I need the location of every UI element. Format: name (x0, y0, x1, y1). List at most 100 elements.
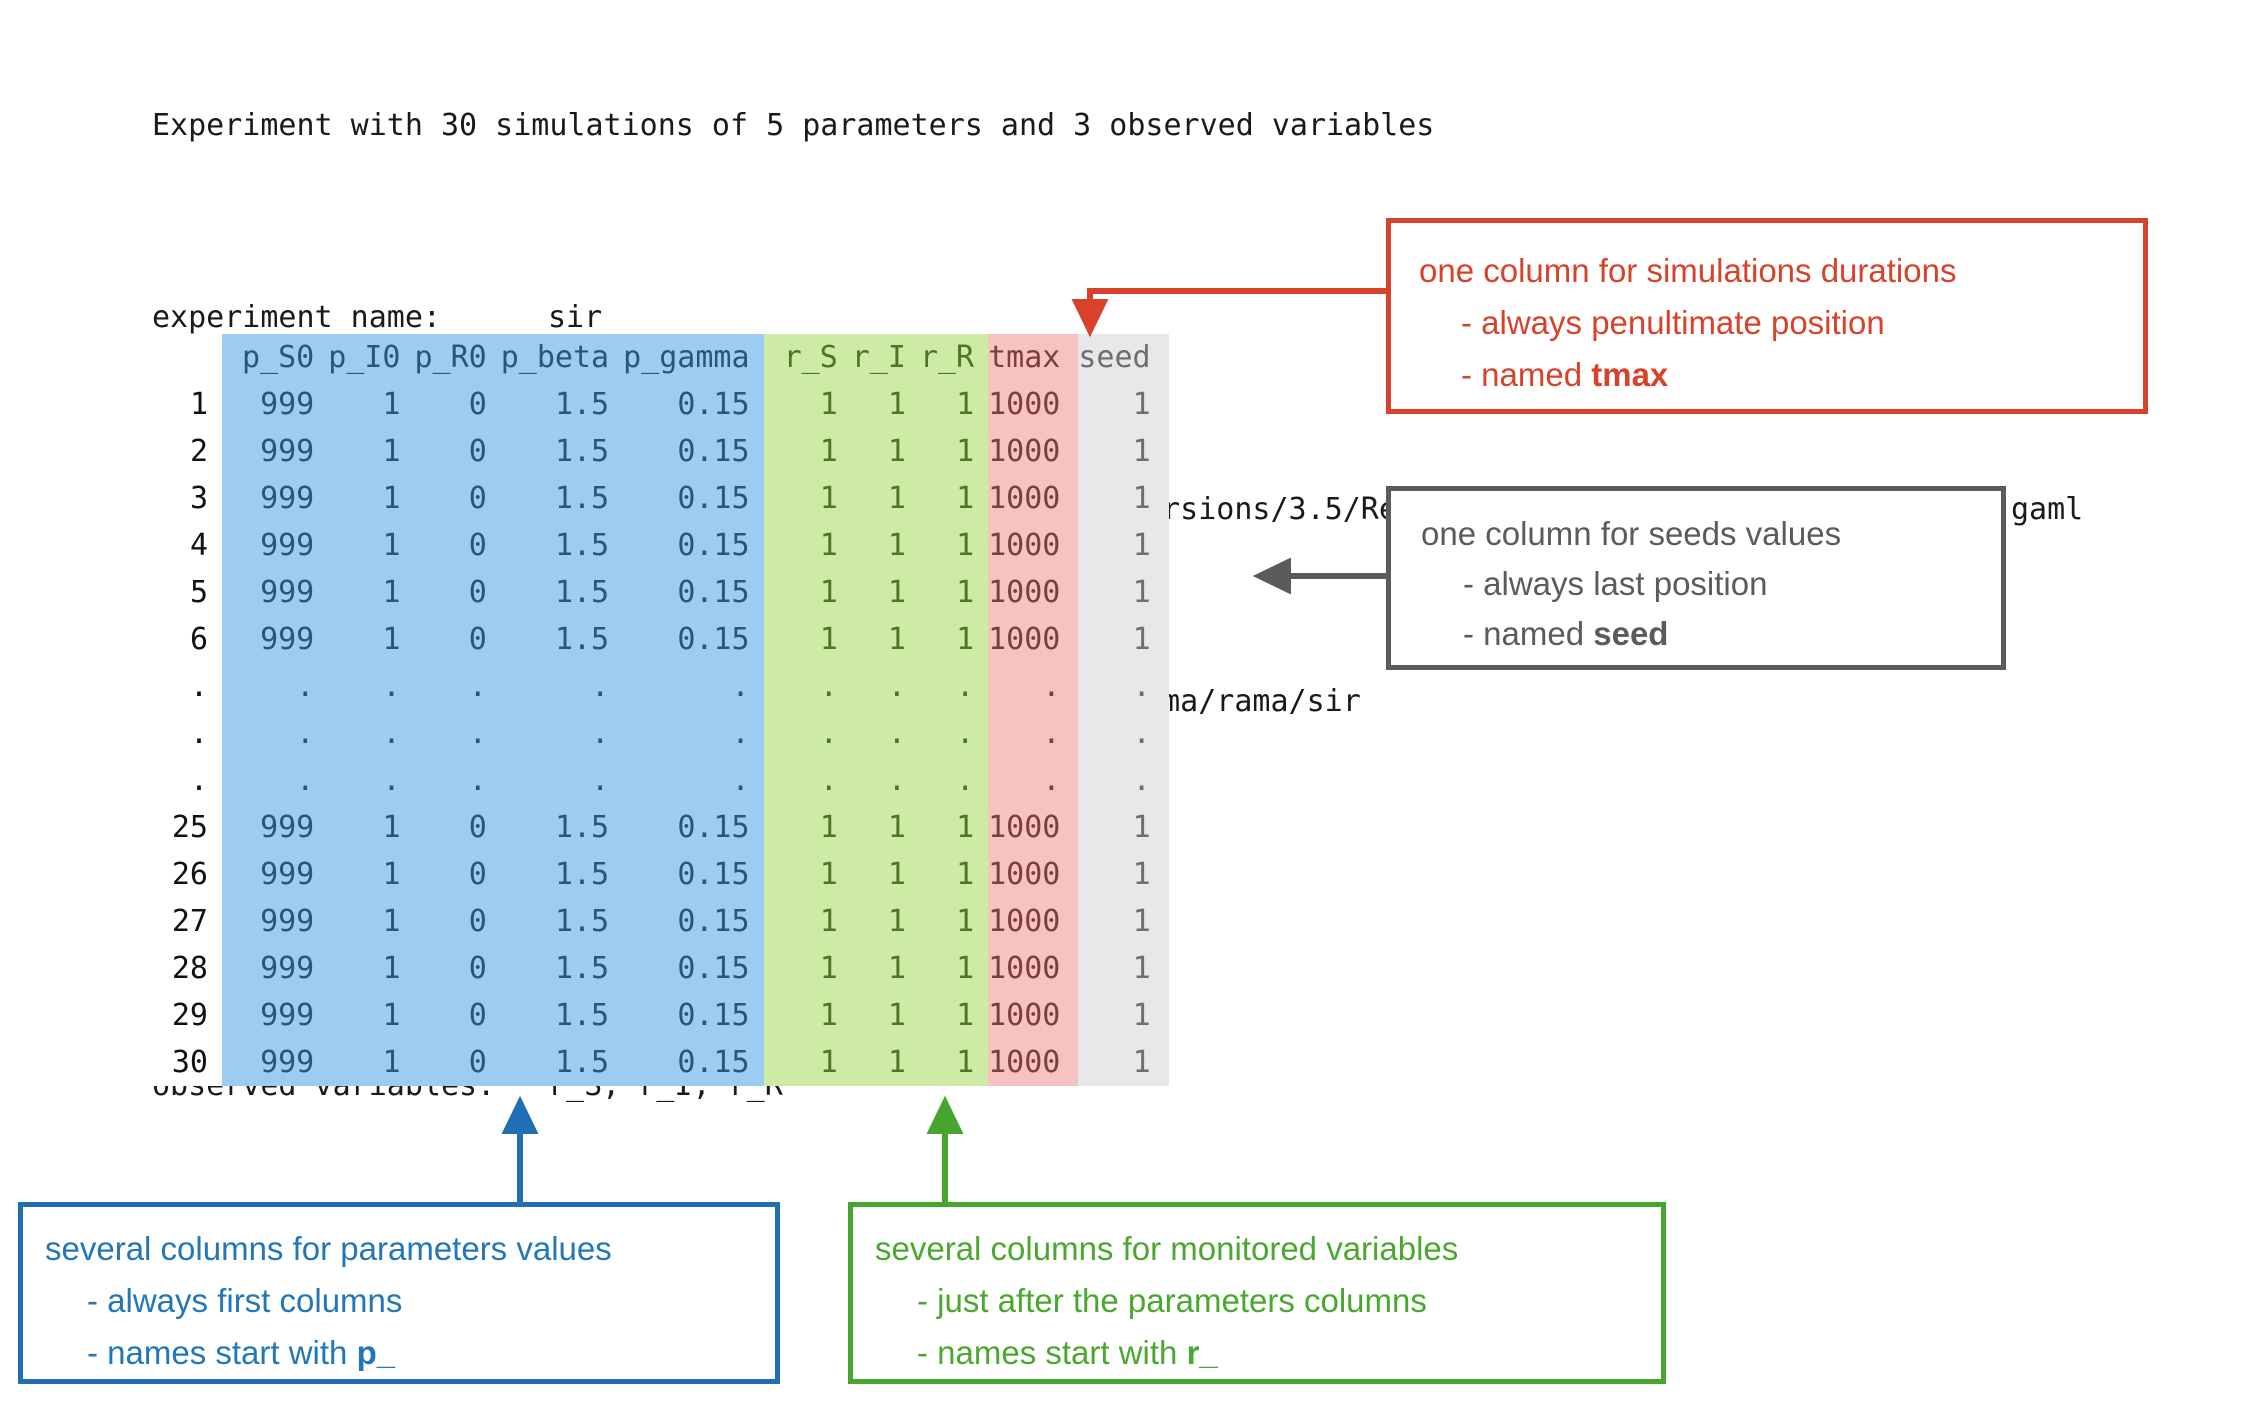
cell-r_R: 1 (919, 428, 989, 475)
table-row: 27 999 1 0 1.5 0.15 1 1 1 1000 1 (152, 898, 1169, 945)
annotation-box-variables: several columns for monitored variables … (848, 1202, 1666, 1384)
cell-p_R0: 0 (414, 428, 501, 475)
cell-r_R: 1 (919, 851, 989, 898)
row-number: 30 (152, 1039, 222, 1086)
cell-r_R: 1 (919, 1039, 989, 1086)
cell-p_I0: . (328, 757, 415, 804)
cell-p_gamma: 0.15 (623, 851, 764, 898)
annotation-variables-bullet2-prefix: - names start with (917, 1334, 1187, 1371)
cell-p_R0: . (414, 663, 501, 710)
cell-p_S0: 999 (222, 945, 329, 992)
cell-r_S: . (763, 757, 852, 804)
annotation-tmax-bullet2-bold: tmax (1591, 356, 1669, 393)
cell-r_S: 1 (763, 992, 852, 1039)
cell-r_R: . (919, 663, 989, 710)
cell-p_R0: 0 (414, 1039, 501, 1086)
annotation-tmax-bullet2-prefix: - named (1461, 356, 1592, 393)
annotation-seed-title: one column for seeds values (1421, 515, 1842, 552)
cell-seed: 1 (1078, 475, 1169, 522)
row-number: 3 (152, 475, 222, 522)
cell-r_S: . (763, 663, 852, 710)
annotation-seed-bullet2-prefix: - named (1463, 615, 1594, 652)
cell-p_gamma: 0.15 (623, 522, 764, 569)
cell-p_I0: 1 (328, 475, 415, 522)
annotation-tmax-title: one column for simulations durations (1419, 252, 1957, 289)
cell-r_S: 1 (763, 898, 852, 945)
cell-r_R: 1 (919, 992, 989, 1039)
annotation-box-tmax: one column for simulations durations - a… (1386, 218, 2148, 414)
cell-p_R0: . (414, 757, 501, 804)
row-number: 2 (152, 428, 222, 475)
cell-seed: 1 (1078, 569, 1169, 616)
annotation-variables-bullet2-bold: r_ (1186, 1334, 1218, 1371)
column-header-r_R: r_R (919, 334, 989, 381)
cell-p_I0: 1 (328, 428, 415, 475)
cell-r_I: 1 (851, 475, 920, 522)
cell-r_S: 1 (763, 851, 852, 898)
cell-r_S: 1 (763, 945, 852, 992)
cell-r_S: 1 (763, 381, 852, 428)
cell-tmax: . (988, 663, 1079, 710)
cell-p_beta: 1.5 (500, 381, 624, 428)
cell-r_I: 1 (851, 616, 920, 663)
cell-seed: . (1078, 757, 1169, 804)
cell-p_I0: 1 (328, 804, 415, 851)
cell-r_I: . (851, 663, 920, 710)
row-number: 28 (152, 945, 222, 992)
cell-tmax: 1000 (988, 945, 1079, 992)
cell-p_gamma: 0.15 (623, 992, 764, 1039)
annotation-variables-bullet1: - just after the parameters columns (917, 1282, 1427, 1319)
cell-r_S: 1 (763, 616, 852, 663)
cell-p_gamma: 0.15 (623, 945, 764, 992)
cell-seed: 1 (1078, 804, 1169, 851)
annotation-variables-bullet2: - names start with r_ (875, 1327, 1661, 1379)
row-number: . (152, 710, 222, 757)
cell-p_beta: 1.5 (500, 992, 624, 1039)
cell-p_I0: 1 (328, 522, 415, 569)
cell-seed: 1 (1078, 381, 1169, 428)
cell-p_beta: . (500, 757, 624, 804)
cell-seed: 1 (1078, 616, 1169, 663)
column-header-r_S: r_S (763, 334, 852, 381)
cell-r_I: 1 (851, 381, 920, 428)
cell-p_gamma: . (623, 663, 764, 710)
cell-p_I0: 1 (328, 851, 415, 898)
cell-p_R0: 0 (414, 851, 501, 898)
row-number: 1 (152, 381, 222, 428)
cell-r_R: 1 (919, 381, 989, 428)
cell-r_I: 1 (851, 569, 920, 616)
cell-seed: 1 (1078, 851, 1169, 898)
cell-seed: 1 (1078, 898, 1169, 945)
annotation-parameters-bullet2-prefix: - names start with (87, 1334, 357, 1371)
cell-r_I: 1 (851, 898, 920, 945)
annotation-seed-bullet2-bold: seed (1593, 615, 1669, 652)
table-row: 5 999 1 0 1.5 0.15 1 1 1 1000 1 (152, 569, 1169, 616)
cell-p_beta: 1.5 (500, 475, 624, 522)
cell-tmax: . (988, 757, 1079, 804)
annotation-seed-bullet2: - named seed (1421, 609, 2001, 659)
annotation-parameters-title: several columns for parameters values (45, 1230, 612, 1267)
cell-seed: 1 (1078, 428, 1169, 475)
cell-r_R: . (919, 757, 989, 804)
cell-r_I: . (851, 757, 920, 804)
cell-p_S0: 999 (222, 992, 329, 1039)
table-row: 29 999 1 0 1.5 0.15 1 1 1 1000 1 (152, 992, 1169, 1039)
column-header-r_I: r_I (851, 334, 920, 381)
column-header-p_beta: p_beta (500, 334, 624, 381)
annotation-box-seed: one column for seeds values - always las… (1386, 486, 2006, 670)
column-header-p_R0: p_R0 (414, 334, 501, 381)
cell-p_gamma: 0.15 (623, 1039, 764, 1086)
cell-seed: . (1078, 710, 1169, 757)
cell-p_beta: 1.5 (500, 616, 624, 663)
cell-tmax: 1000 (988, 428, 1079, 475)
cell-tmax: 1000 (988, 522, 1079, 569)
cell-p_gamma: 0.15 (623, 475, 764, 522)
annotation-tmax-bullet1: - always penultimate position (1461, 304, 1885, 341)
cell-r_I: 1 (851, 804, 920, 851)
value-experiment-name: sir (548, 300, 603, 335)
table-ellipsis-row: ........... (152, 757, 1169, 804)
cell-tmax: 1000 (988, 475, 1079, 522)
cell-r_R: 1 (919, 898, 989, 945)
cell-p_I0: 1 (328, 616, 415, 663)
cell-p_beta: 1.5 (500, 1039, 624, 1086)
